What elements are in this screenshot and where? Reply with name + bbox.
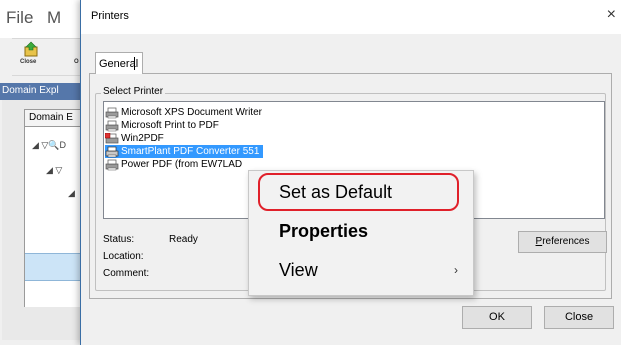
submenu-arrow-icon: › (454, 263, 458, 277)
close-document-icon[interactable] (23, 41, 39, 57)
printer-name: Microsoft XPS Document Writer (121, 107, 262, 118)
preferences-label: references (542, 236, 590, 247)
printer-icon (105, 146, 119, 157)
tree-node[interactable]: ◢ (68, 188, 75, 199)
printer-item-selected[interactable]: SmartPlant PDF Converter 551 (105, 145, 264, 158)
printer-name: SmartPlant PDF Converter 551 (121, 146, 260, 157)
printer-name: Power PDF (from EW7LAD (121, 159, 243, 170)
text-cursor (134, 57, 135, 70)
tree-node[interactable]: ◢ ▽🔍D (32, 140, 66, 151)
menu-item-label: View (279, 260, 318, 280)
printer-icon (105, 107, 119, 118)
location-label: Location: (103, 251, 144, 262)
comment-label: Comment: (103, 268, 150, 279)
background-menubar: File M (0, 0, 90, 38)
menu-m[interactable]: M (47, 8, 61, 28)
printer-icon (105, 159, 119, 170)
close-button[interactable]: Close (544, 306, 614, 329)
pdf-printer-icon (105, 132, 119, 143)
dialog-close-icon[interactable]: × (607, 6, 616, 24)
domain-explorer-title: Domain Expl (0, 83, 90, 100)
tree-node[interactable]: ◢ ▽ (46, 165, 62, 176)
printer-icon (105, 120, 119, 131)
printer-item[interactable]: Microsoft XPS Document Writer (105, 106, 266, 119)
annotation-highlight-ring (258, 173, 459, 211)
menu-item-view[interactable]: View › (250, 252, 472, 288)
select-printer-label: Select Printer (101, 86, 166, 97)
status-value: Ready (169, 234, 198, 245)
printer-item[interactable]: Microsoft Print to PDF (105, 119, 223, 132)
ok-button[interactable]: OK (462, 306, 532, 329)
dialog-titlebar[interactable]: Printers × (81, 0, 621, 34)
menu-item-properties[interactable]: Properties (250, 213, 472, 249)
toolbar-close-label[interactable]: Close (20, 59, 36, 65)
toolbar-cut-label[interactable]: O (74, 59, 79, 65)
printer-item[interactable]: Power PDF (from EW7LAD (105, 158, 246, 171)
printer-item[interactable]: Win2PDF (105, 132, 168, 145)
printer-name: Microsoft Print to PDF (121, 120, 219, 131)
preferences-button[interactable]: Preferences (518, 231, 607, 253)
dialog-title: Printers (91, 10, 129, 22)
status-label: Status: (103, 234, 135, 245)
tab-general[interactable]: General (95, 52, 143, 74)
printer-name: Win2PDF (121, 133, 164, 144)
menu-item-label: Properties (279, 221, 369, 241)
menu-file[interactable]: File (6, 8, 33, 28)
